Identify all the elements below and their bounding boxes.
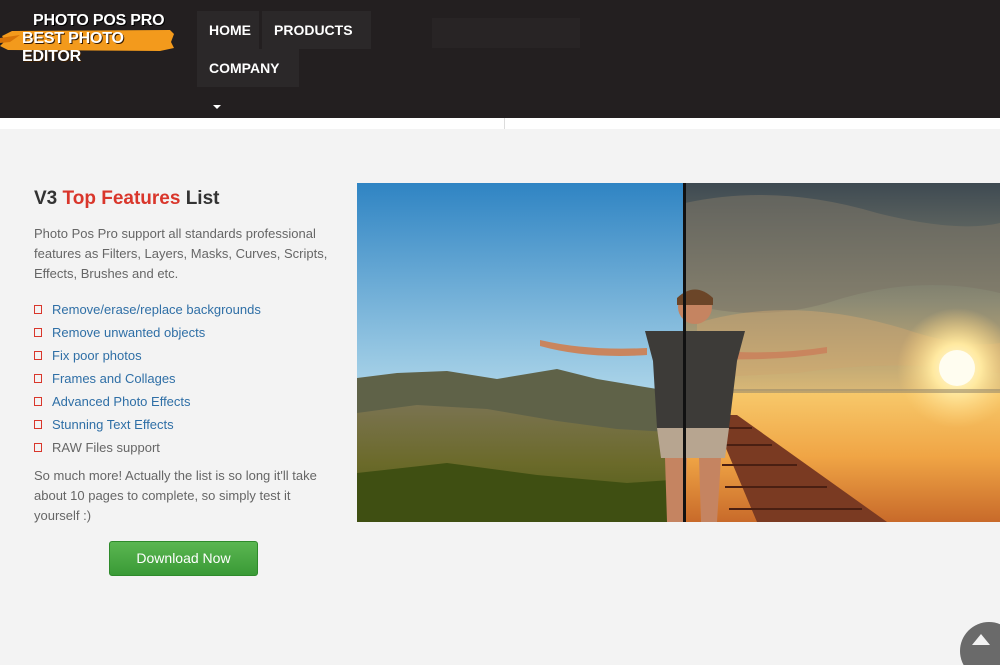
feature-link[interactable]: Advanced Photo Effects — [52, 394, 191, 409]
heading-accent: Top Features — [62, 188, 181, 209]
comparison-illustration — [357, 183, 1000, 522]
features-outro: So much more! Actually the list is so lo… — [34, 468, 317, 523]
square-bullet-icon — [34, 328, 42, 338]
list-item: Remove/erase/replace backgrounds — [34, 300, 261, 323]
square-bullet-icon — [34, 351, 42, 361]
square-bullet-icon — [34, 420, 42, 430]
site-header: PHOTO POS PRO BEST PHOTO EDITOR HOME PRO… — [0, 0, 1000, 118]
feature-link[interactable]: Stunning Text Effects — [52, 417, 174, 432]
feature-link[interactable]: Fix poor photos — [52, 348, 142, 363]
nav-placeholder — [432, 18, 580, 48]
list-item: Frames and Collages — [34, 369, 261, 392]
feature-text: RAW Files support — [52, 440, 160, 455]
site-logo[interactable]: PHOTO POS PRO BEST PHOTO EDITOR — [0, 8, 175, 65]
download-now-button[interactable]: Download Now — [109, 541, 258, 576]
list-item: RAW Files support — [34, 438, 261, 461]
logo-text-top: PHOTO POS PRO — [33, 12, 165, 29]
square-bullet-icon — [34, 305, 42, 315]
features-intro: Photo Pos Pro support all standards prof… — [34, 226, 328, 281]
heading-suffix: List — [180, 188, 220, 209]
nav-company-label: COMPANY — [209, 60, 280, 76]
feature-link[interactable]: Remove unwanted objects — [52, 325, 205, 340]
nav-home[interactable]: HOME — [197, 11, 259, 49]
before-after-image — [357, 183, 1000, 522]
strip-divider — [504, 118, 505, 129]
list-item: Fix poor photos — [34, 346, 261, 369]
list-item: Remove unwanted objects — [34, 323, 261, 346]
nav-products-label: PRODUCTS — [274, 22, 353, 38]
square-bullet-icon — [34, 374, 42, 384]
caret-down-icon — [213, 105, 221, 110]
square-bullet-icon — [34, 397, 42, 407]
arrow-up-icon — [972, 634, 990, 645]
features-list: Remove/erase/replace backgrounds Remove … — [34, 300, 261, 461]
feature-link[interactable]: Remove/erase/replace backgrounds — [52, 302, 261, 317]
list-item: Stunning Text Effects — [34, 415, 261, 438]
nav-products[interactable]: PRODUCTS — [262, 11, 371, 72]
features-heading: V3 Top Features List — [34, 188, 219, 210]
back-to-top-button[interactable] — [960, 622, 1000, 665]
nav-company[interactable]: COMPANY — [197, 49, 299, 110]
header-strip — [0, 118, 1000, 129]
square-bullet-icon — [34, 443, 42, 453]
heading-prefix: V3 — [34, 188, 63, 209]
logo-text-bottom: BEST PHOTO EDITOR — [22, 30, 124, 65]
nav-home-label: HOME — [209, 22, 251, 38]
list-item: Advanced Photo Effects — [34, 392, 261, 415]
feature-link[interactable]: Frames and Collages — [52, 371, 176, 386]
